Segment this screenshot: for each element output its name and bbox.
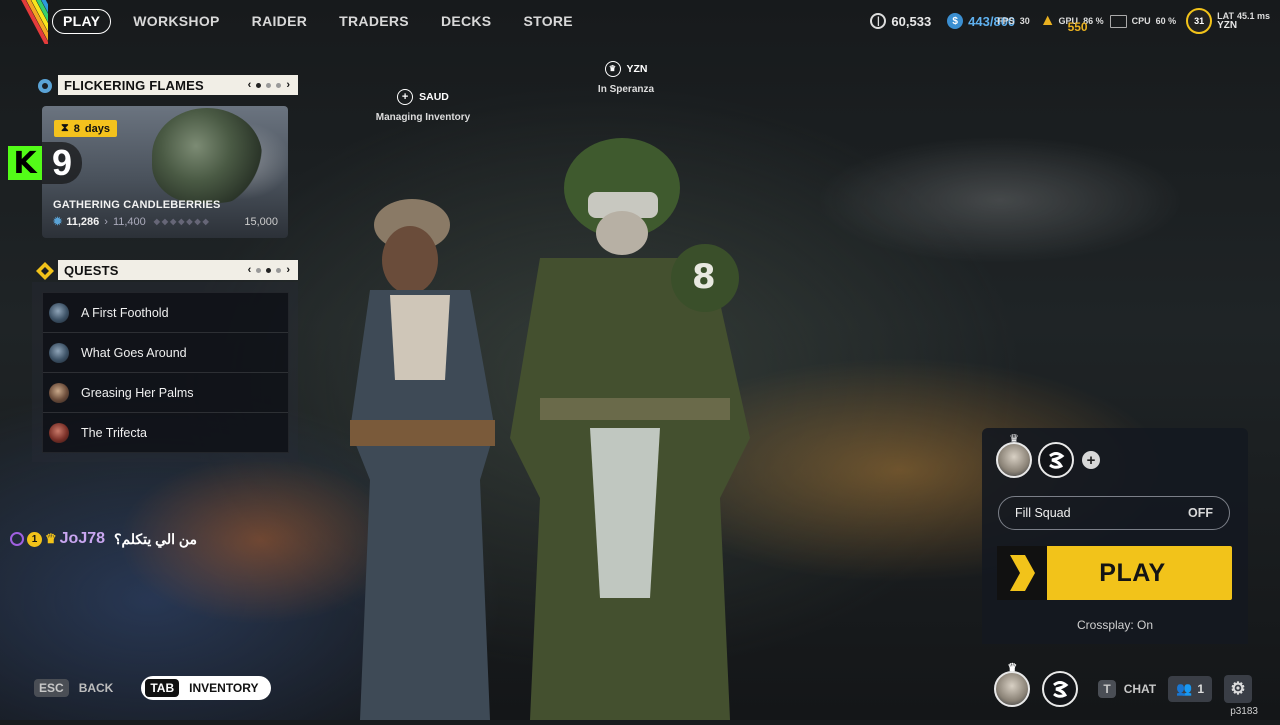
quests-header[interactable]: QUESTS ‹ › bbox=[58, 260, 298, 280]
bottom-left-actions: ESC BACK TAB INVENTORY bbox=[34, 676, 271, 700]
nav-raider-tab[interactable]: RAIDER bbox=[236, 8, 323, 34]
squadmate-avatar-small[interactable] bbox=[1042, 671, 1079, 707]
chat-button[interactable]: T CHAT bbox=[1098, 680, 1156, 698]
play-button[interactable]: PLAY bbox=[997, 546, 1232, 600]
spiral-logo-icon bbox=[1053, 681, 1069, 698]
token-icon: $ bbox=[947, 13, 964, 29]
raider-character-saud bbox=[330, 180, 520, 720]
fill-squad-toggle[interactable]: Fill Squad OFF bbox=[998, 496, 1230, 530]
progress-diamonds: ◆◆◆◆◆◆◆ bbox=[153, 217, 211, 226]
brand-stripe bbox=[0, 0, 48, 44]
coins-value: 60,533 bbox=[891, 13, 932, 29]
nav-traders-tab[interactable]: TRADERS bbox=[323, 8, 425, 34]
quest-giver-avatar bbox=[49, 422, 69, 443]
build-version: p3183 bbox=[1230, 706, 1258, 717]
inventory-button[interactable]: TAB INVENTORY bbox=[141, 676, 271, 700]
sub-badge: 1 bbox=[27, 531, 42, 547]
kick-logo-icon: K bbox=[8, 146, 42, 181]
play-chevron-icon bbox=[997, 546, 1047, 600]
bottom-right-actions: ♛ T CHAT 👥 1 ⚙ bbox=[994, 662, 1252, 707]
main-nav: PLAY WORKSHOP RAIDER TRADERS DECKS STORE bbox=[52, 8, 589, 34]
chevron-right-icon[interactable]: › bbox=[286, 79, 290, 91]
nav-play-tab[interactable]: PLAY bbox=[52, 8, 112, 34]
profile-button[interactable]: 31 LAT 45.1 ms YZN bbox=[1186, 8, 1270, 34]
crown-icon: ♛ bbox=[1009, 433, 1019, 445]
quests-icon bbox=[34, 260, 56, 282]
event-timer: ⧗ 8 days bbox=[54, 120, 117, 137]
player-avatar-small[interactable]: ♛ bbox=[994, 662, 1031, 707]
perf-fps: FPS 30 bbox=[997, 16, 1030, 26]
quest-list: A First Foothold What Goes Around Greasi… bbox=[42, 292, 289, 453]
chat-username: JoJ78 bbox=[59, 530, 106, 547]
friends-button[interactable]: 👥 1 bbox=[1168, 676, 1212, 702]
crossplay-status: Crossplay: On bbox=[1076, 618, 1154, 632]
add-friend-icon: + bbox=[397, 89, 414, 105]
coin-icon: | bbox=[870, 13, 887, 29]
crown-icon: ♛ bbox=[1007, 662, 1018, 674]
hourglass-icon: ⧗ bbox=[61, 122, 69, 134]
event-gear-icon bbox=[34, 75, 56, 97]
invite-player-button[interactable]: + bbox=[1082, 451, 1100, 469]
crown-icon: ♛ bbox=[604, 61, 621, 77]
currency-hud: | 60,533 $ 443/800 FPS 30 ▲ GPU 86 % 550… bbox=[870, 8, 1270, 34]
chat-text: من الي يتكلم؟ bbox=[114, 530, 198, 547]
nav-decks-tab[interactable]: DECKS bbox=[425, 8, 508, 34]
gold-value: 550 bbox=[1067, 20, 1088, 34]
chevron-right-icon[interactable]: › bbox=[286, 264, 290, 276]
chevron-left-icon[interactable]: ‹ bbox=[248, 264, 252, 276]
purple-badge-icon bbox=[10, 532, 24, 546]
kick-viewer-count: 9 bbox=[42, 142, 82, 184]
event-gear-small-icon: ✹ bbox=[53, 216, 63, 228]
back-button[interactable]: ESC BACK bbox=[34, 679, 113, 697]
gold-icon: ▲ bbox=[1039, 12, 1056, 29]
quest-giver-avatar bbox=[49, 342, 69, 363]
chat-message: 1 ♛ JoJ78 من الي يتكلم؟ bbox=[10, 530, 197, 548]
plus-icon: + bbox=[1086, 451, 1096, 469]
quests-pager[interactable]: ‹ › bbox=[248, 264, 298, 276]
event-header[interactable]: FLICKERING FLAMES ‹ › bbox=[58, 75, 298, 95]
squad-leader-avatar[interactable]: ♛ bbox=[996, 433, 1032, 478]
mail-button[interactable]: CPU 60 % bbox=[1109, 14, 1176, 28]
event-title: GATHERING CANDLEBERRIES bbox=[53, 199, 221, 211]
event-pager[interactable]: ‹ › bbox=[248, 79, 298, 91]
friends-icon: 👥 bbox=[1176, 681, 1193, 696]
nav-store-tab[interactable]: STORE bbox=[507, 8, 588, 34]
candleberry-bush-image bbox=[152, 108, 262, 203]
crown-badge-icon: ♛ bbox=[45, 531, 57, 546]
settings-button[interactable]: ⚙ bbox=[1224, 675, 1252, 703]
event-progress: ✹ 11,286 › 11,400 ◆◆◆◆◆◆◆ 15,000 bbox=[53, 215, 278, 229]
quest-giver-avatar bbox=[49, 382, 69, 403]
spiral-logo-icon bbox=[1049, 452, 1065, 469]
coins-display[interactable]: | 60,533 bbox=[870, 13, 931, 29]
mail-icon bbox=[1109, 14, 1127, 28]
quest-item[interactable]: What Goes Around bbox=[43, 333, 288, 373]
svg-text:8: 8 bbox=[692, 257, 716, 297]
nav-workshop-tab[interactable]: WORKSHOP bbox=[117, 8, 235, 34]
player-label-saud[interactable]: + SAUD Managing Inventory bbox=[370, 89, 476, 123]
quest-item[interactable]: Greasing Her Palms bbox=[43, 373, 288, 413]
gear-icon: ⚙ bbox=[1230, 679, 1246, 698]
profile-username: YZN bbox=[1217, 20, 1238, 31]
chevron-left-icon[interactable]: ‹ bbox=[248, 79, 252, 91]
quest-item[interactable]: A First Foothold bbox=[43, 293, 288, 333]
level-badge: 31 bbox=[1186, 8, 1213, 34]
squad-panel: ♛ + Fill Squad OFF PLAY Crossplay: On bbox=[982, 428, 1248, 644]
raider-character-yzn: 8 bbox=[500, 138, 770, 720]
squad-member-avatar[interactable] bbox=[1038, 442, 1074, 478]
quest-giver-avatar bbox=[49, 302, 69, 323]
player-label-yzn[interactable]: ♛ YZN In Speranza bbox=[584, 61, 668, 95]
quest-item[interactable]: The Trifecta bbox=[43, 413, 288, 452]
